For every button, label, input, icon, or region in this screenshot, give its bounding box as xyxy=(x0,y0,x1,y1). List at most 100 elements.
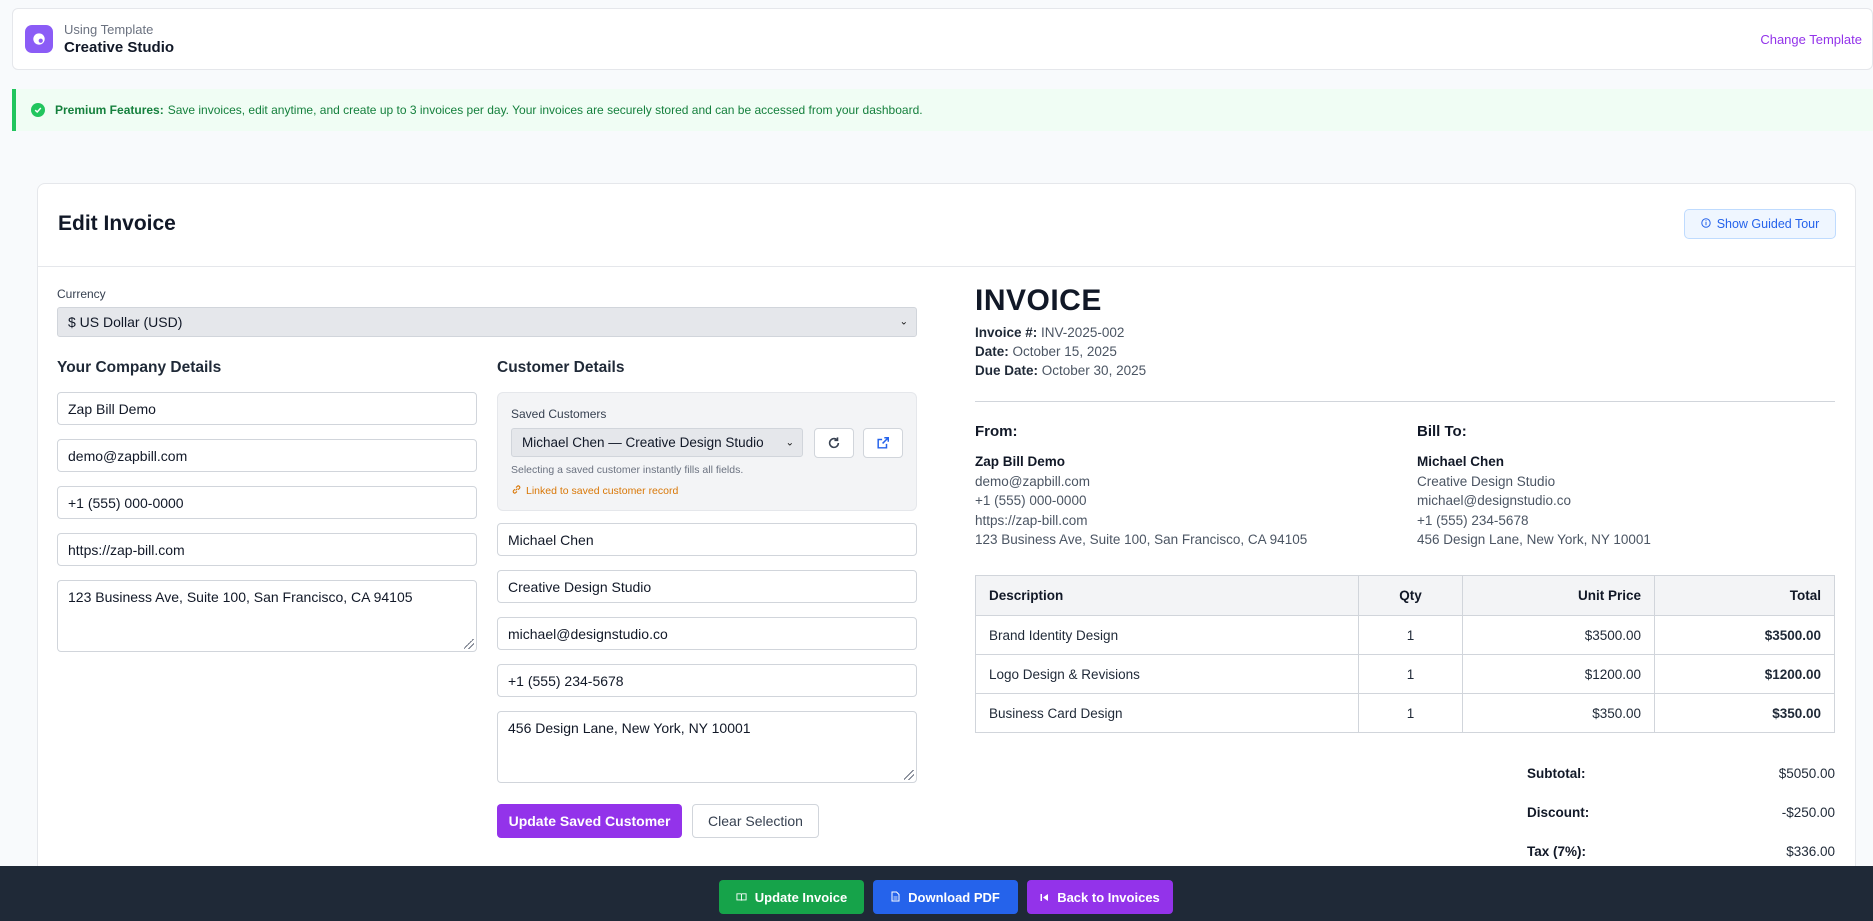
external-link-icon xyxy=(877,437,889,449)
customer-section-title: Customer Details xyxy=(497,359,625,376)
item-price: $3500.00 xyxy=(1462,615,1655,655)
invoice-number-label: Invoice #: xyxy=(975,325,1038,340)
column-header: Qty xyxy=(1358,575,1463,616)
change-template-link[interactable]: Change Template xyxy=(1760,32,1862,47)
tour-label: Show Guided Tour xyxy=(1716,217,1820,231)
saved-customer-select[interactable]: Michael Chen — Creative Design Studio ⌄ xyxy=(511,428,803,457)
palette-icon xyxy=(25,25,53,53)
invoice-due-value: October 30, 2025 xyxy=(1041,363,1147,378)
from-website: https://zap-bill.com xyxy=(975,512,1088,528)
file-icon xyxy=(891,890,900,905)
update-saved-customer-button[interactable]: Update Saved Customer xyxy=(497,804,682,838)
clear-selection-button[interactable]: Clear Selection xyxy=(692,804,819,838)
currency-label: Currency xyxy=(57,287,106,301)
customer-name-field[interactable]: Michael Chen xyxy=(497,523,917,556)
customer-address-field[interactable]: 456 Design Lane, New York, NY 10001 xyxy=(497,711,917,783)
action-bar: Update Invoice Download PDF Back to Invo… xyxy=(0,866,1873,921)
invoice-due-label: Due Date: xyxy=(975,363,1039,378)
company-phone-field[interactable]: +1 (555) 000-0000 xyxy=(57,486,477,519)
update-invoice-button[interactable]: Update Invoice xyxy=(719,880,864,914)
invoice-heading: INVOICE xyxy=(975,284,1102,317)
table-header-row: Description Qty Unit Price Total xyxy=(975,575,1835,616)
open-customer-button[interactable] xyxy=(863,428,903,458)
invoice-date-value: October 15, 2025 xyxy=(1012,344,1117,359)
company-address-value: 123 Business Ave, Suite 100, San Francis… xyxy=(68,589,413,605)
to-company: Creative Design Studio xyxy=(1417,473,1556,489)
table-row: Logo Design & Revisions 1 $1200.00 $1200… xyxy=(975,654,1835,694)
item-description: Brand Identity Design xyxy=(975,615,1359,655)
divider xyxy=(975,401,1835,402)
saved-customer-hint: Selecting a saved customer instantly fil… xyxy=(511,464,744,476)
from-address-block: Zap Bill Demo demo@zapbill.com +1 (555) … xyxy=(975,452,1307,550)
resize-handle-icon[interactable] xyxy=(904,770,914,780)
to-address: 456 Design Lane, New York, NY 10001 xyxy=(1417,532,1651,547)
saved-customer-value: Michael Chen — Creative Design Studio xyxy=(522,435,764,450)
currency-value: $ US Dollar (USD) xyxy=(68,314,183,330)
to-name: Michael Chen xyxy=(1417,454,1505,469)
customer-phone-field[interactable]: +1 (555) 234-5678 xyxy=(497,664,917,697)
discount-label: Discount: xyxy=(1527,805,1590,820)
premium-title: Premium Features: xyxy=(55,103,164,117)
currency-select[interactable]: $ US Dollar (USD) ⌄ xyxy=(57,307,917,337)
invoice-date-label: Date: xyxy=(975,344,1009,359)
customer-email-field[interactable]: michael@designstudio.co xyxy=(497,617,917,650)
refresh-icon xyxy=(828,437,840,449)
item-total: $350.00 xyxy=(1654,693,1835,733)
from-phone: +1 (555) 000-0000 xyxy=(975,493,1087,508)
column-header: Description xyxy=(975,575,1359,616)
column-header: Total xyxy=(1654,575,1835,616)
invoice-date: Date: October 15, 2025 xyxy=(975,344,1117,359)
back-to-invoices-button[interactable]: Back to Invoices xyxy=(1027,880,1173,914)
check-circle-icon xyxy=(31,103,45,117)
subtotal-label: Subtotal: xyxy=(1527,766,1586,781)
link-icon xyxy=(511,484,522,498)
saved-customers-label: Saved Customers xyxy=(511,407,607,421)
chevron-down-icon: ⌄ xyxy=(785,437,794,448)
saved-customers-panel: Saved Customers Michael Chen — Creative … xyxy=(497,392,917,511)
download-pdf-label: Download PDF xyxy=(908,889,1000,905)
book-icon xyxy=(736,890,747,905)
template-label: Using Template xyxy=(64,21,154,37)
item-qty: 1 xyxy=(1358,693,1463,733)
invoice-number: Invoice #: INV-2025-002 xyxy=(975,325,1124,340)
company-email-field[interactable]: demo@zapbill.com xyxy=(57,439,477,472)
table-row: Brand Identity Design 1 $3500.00 $3500.0… xyxy=(975,615,1835,655)
from-heading: From: xyxy=(975,423,1018,440)
template-bar: Using Template Creative Studio Change Te… xyxy=(12,8,1873,70)
from-email: demo@zapbill.com xyxy=(975,473,1091,489)
chevron-down-icon: ⌄ xyxy=(899,316,908,328)
subtotal-value: $5050.00 xyxy=(1778,766,1835,781)
tax-value: $336.00 xyxy=(1786,844,1835,859)
update-invoice-label: Update Invoice xyxy=(754,889,848,905)
invoice-number-value: INV-2025-002 xyxy=(1041,325,1125,340)
item-qty: 1 xyxy=(1358,654,1463,694)
refresh-customers-button[interactable] xyxy=(814,428,854,458)
item-price: $1200.00 xyxy=(1462,654,1655,694)
item-total: $3500.00 xyxy=(1654,615,1835,655)
show-guided-tour-button[interactable]: Show Guided Tour xyxy=(1684,209,1836,239)
company-name-field[interactable]: Zap Bill Demo xyxy=(57,392,477,425)
page-title: Edit Invoice xyxy=(58,212,176,235)
line-items-table: Description Qty Unit Price Total Brand I… xyxy=(975,575,1835,733)
from-address: 123 Business Ave, Suite 100, San Francis… xyxy=(975,532,1308,547)
table-row: Business Card Design 1 $350.00 $350.00 xyxy=(975,693,1835,733)
tax-label: Tax (7%): xyxy=(1527,844,1587,859)
to-email: michael@designstudio.co xyxy=(1417,493,1572,508)
back-icon xyxy=(1040,890,1049,905)
download-pdf-button[interactable]: Download PDF xyxy=(873,880,1018,914)
company-section-title: Your Company Details xyxy=(57,359,222,376)
column-header: Unit Price xyxy=(1462,575,1655,616)
bill-to-address-block: Michael Chen Creative Design Studio mich… xyxy=(1417,452,1651,550)
premium-text: Save invoices, edit anytime, and create … xyxy=(167,103,923,117)
company-address-field[interactable]: 123 Business Ave, Suite 100, San Francis… xyxy=(57,580,477,652)
linked-status: Linked to saved customer record xyxy=(511,484,678,498)
back-to-invoices-label: Back to Invoices xyxy=(1057,889,1160,905)
customer-company-field[interactable]: Creative Design Studio xyxy=(497,570,917,603)
item-price: $350.00 xyxy=(1462,693,1655,733)
bill-to-heading: Bill To: xyxy=(1417,423,1467,440)
info-icon xyxy=(1700,217,1711,231)
resize-handle-icon[interactable] xyxy=(464,639,474,649)
company-website-field[interactable]: https://zap-bill.com xyxy=(57,533,477,566)
to-phone: +1 (555) 234-5678 xyxy=(1417,512,1529,528)
discount-value: -$250.00 xyxy=(1781,805,1835,820)
